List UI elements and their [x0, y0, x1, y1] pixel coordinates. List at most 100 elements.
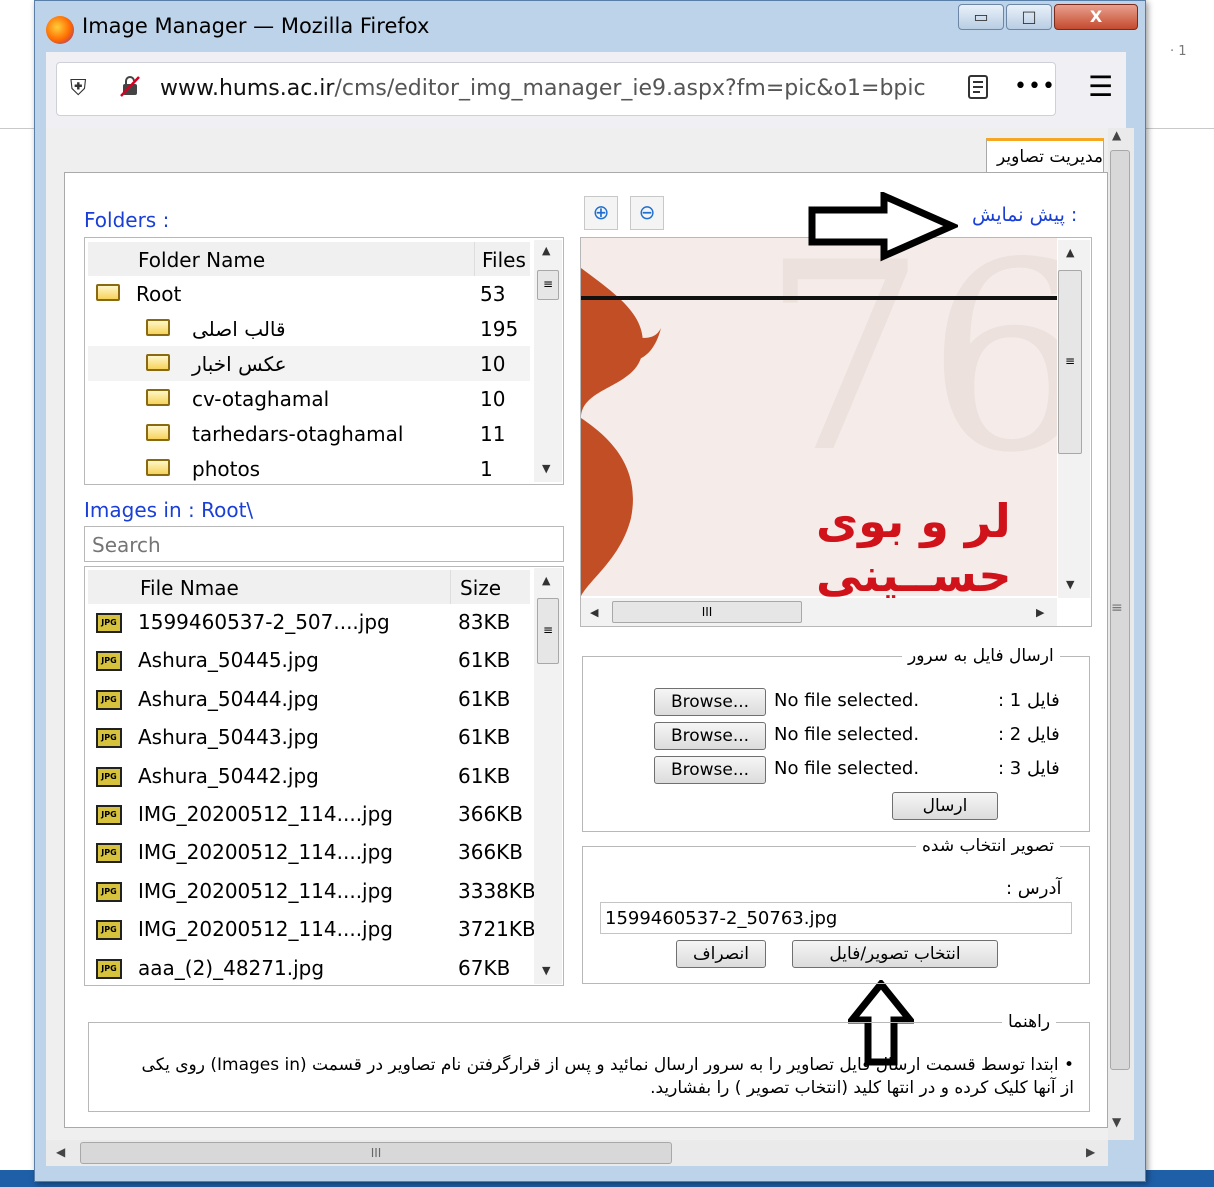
image-file-size: 61KB [458, 764, 511, 788]
image-file-name[interactable]: aaa_(2)_48271.jpg [138, 956, 324, 980]
folders-scroll-thumb[interactable]: ≡ [537, 270, 559, 300]
reader-view-icon[interactable] [966, 74, 990, 106]
file-1-label: فایل 1 : [998, 690, 1060, 711]
more-actions-icon[interactable]: ••• [1014, 74, 1056, 99]
scroll-up-arrow-icon[interactable]: ▲ [1112, 128, 1121, 142]
scroll-down-arrow-icon[interactable]: ▼ [542, 964, 550, 977]
jpg-file-icon: JPG [96, 728, 122, 748]
image-file-name[interactable]: Ashura_50443.jpg [138, 725, 319, 749]
help-legend: راهنما [1002, 1012, 1057, 1032]
scroll-right-arrow-icon[interactable]: ▶ [1036, 606, 1044, 619]
jpg-file-icon: JPG [96, 959, 122, 979]
selected-legend: تصویر انتخاب شده [916, 836, 1060, 856]
jpg-file-icon: JPG [96, 651, 122, 671]
image-file-size: 67KB [458, 956, 511, 980]
folder-icon [146, 424, 170, 441]
url-domain: www.hums.ac.ir [160, 76, 335, 101]
jpg-file-icon: JPG [96, 920, 122, 940]
no-file-text: No file selected. [774, 758, 920, 779]
image-file-name[interactable]: 1599460537-2_507....jpg [138, 610, 390, 634]
open-folder-icon [96, 284, 120, 301]
minimize-button[interactable]: ▭ [958, 4, 1004, 30]
image-file-name[interactable]: IMG_20200512_114....jpg [138, 840, 393, 864]
insecure-lock-icon[interactable] [118, 74, 142, 104]
image-file-name[interactable]: IMG_20200512_114....jpg [138, 802, 393, 826]
header-divider [474, 242, 475, 276]
page-hscroll-thumb[interactable]: III [80, 1142, 672, 1164]
zoom-out-icon[interactable]: ⊖ [630, 196, 664, 230]
zoom-in-icon[interactable]: ⊕ [584, 196, 618, 230]
scroll-up-arrow-icon[interactable]: ▲ [1066, 246, 1074, 259]
search-input[interactable] [90, 532, 554, 558]
firefox-icon [46, 16, 74, 44]
preview-image-caption: لر و بوی حســینی [816, 494, 1012, 602]
files-header[interactable]: Files [482, 248, 526, 272]
background-page-number: · 1 [1170, 44, 1187, 59]
folder-name-header[interactable]: Folder Name [138, 248, 265, 272]
grip-icon: ≡ [1111, 600, 1123, 616]
browse-button-3[interactable]: Browse... [654, 756, 766, 784]
image-file-size: 61KB [458, 725, 511, 749]
size-header[interactable]: Size [460, 576, 501, 600]
image-file-size: 366KB [458, 840, 524, 864]
folders-label: Folders : [84, 208, 170, 232]
tab-image-management[interactable]: مدیریت تصاویر [986, 138, 1104, 172]
folder-icon [146, 354, 170, 371]
folder-name[interactable]: photos [192, 457, 260, 481]
close-button[interactable]: X [1054, 4, 1138, 30]
image-file-size: 3721KB [458, 917, 536, 941]
image-file-size: 3338KB [458, 879, 536, 903]
scroll-right-arrow-icon[interactable]: ▶ [1086, 1145, 1095, 1159]
folder-icon [146, 319, 170, 336]
image-file-name[interactable]: IMG_20200512_114....jpg [138, 917, 393, 941]
scroll-down-arrow-icon[interactable]: ▼ [1112, 1115, 1121, 1129]
folder-name[interactable]: قالب اصلی [192, 317, 286, 341]
file-2-label: فایل 2 : [998, 724, 1060, 745]
hamburger-menu-icon[interactable]: ☰ [1088, 70, 1113, 103]
jpg-file-icon: JPG [96, 882, 122, 902]
folder-icon [146, 459, 170, 476]
image-file-name[interactable]: IMG_20200512_114....jpg [138, 879, 393, 903]
scroll-down-arrow-icon[interactable]: ▼ [1066, 578, 1074, 591]
svg-text:76: 76 [761, 238, 1057, 510]
image-file-name[interactable]: Ashura_50442.jpg [138, 764, 319, 788]
url-path: /cms/editor_img_manager_ie9.aspx?fm=pic&… [334, 76, 926, 101]
preview-hscroll-thumb[interactable]: III [612, 601, 802, 623]
images-label: Images in : Root\ [84, 498, 254, 522]
folder-name[interactable]: cv-otaghamal [192, 387, 329, 411]
shield-icon[interactable]: ⛨ [70, 76, 87, 101]
maximize-button[interactable]: □ [1006, 4, 1052, 30]
preview-label: پیش نمایش : [972, 204, 1078, 226]
file-name-header[interactable]: File Nmae [140, 576, 239, 600]
right-arrow-annotation [808, 192, 958, 262]
preview-vscroll-thumb[interactable]: ≡ [1058, 270, 1082, 454]
no-file-text: No file selected. [774, 690, 920, 711]
scroll-up-arrow-icon[interactable]: ▲ [542, 574, 550, 587]
address-input[interactable] [600, 902, 1072, 934]
image-file-size: 61KB [458, 687, 511, 711]
preview-line [581, 296, 1057, 300]
cancel-button[interactable]: انصراف [676, 940, 766, 968]
images-scroll-thumb[interactable]: ≡ [537, 598, 559, 664]
folder-files: 10 [480, 387, 506, 411]
image-file-name[interactable]: Ashura_50444.jpg [138, 687, 319, 711]
browse-button-1[interactable]: Browse... [654, 688, 766, 716]
folder-name[interactable]: tarhedars-otaghamal [192, 422, 403, 446]
send-button[interactable]: ارسال [892, 792, 998, 820]
scroll-up-arrow-icon[interactable]: ▲ [542, 244, 550, 257]
scroll-left-arrow-icon[interactable]: ◀ [590, 606, 598, 619]
folder-files: 10 [480, 352, 506, 376]
select-image-button[interactable]: انتخاب تصویر/فایل [792, 940, 998, 968]
scroll-down-arrow-icon[interactable]: ▼ [542, 462, 550, 475]
folder-name[interactable]: Root [136, 282, 181, 306]
folder-icon [146, 389, 170, 406]
image-file-size: 61KB [458, 648, 511, 672]
folder-name[interactable]: عکس اخبار [192, 352, 287, 376]
jpg-file-icon: JPG [96, 767, 122, 787]
upload-legend: ارسال فایل به سرور [902, 646, 1060, 666]
browse-button-2[interactable]: Browse... [654, 722, 766, 750]
no-file-text: No file selected. [774, 724, 920, 745]
image-file-name[interactable]: Ashura_50445.jpg [138, 648, 319, 672]
url-text[interactable]: www.hums.ac.ir/cms/editor_img_manager_ie… [160, 76, 926, 101]
scroll-left-arrow-icon[interactable]: ◀ [56, 1145, 65, 1159]
